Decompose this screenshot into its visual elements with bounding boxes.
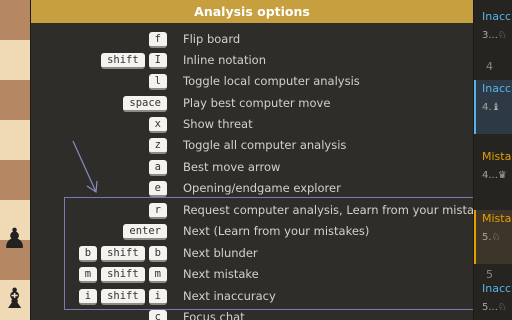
move-annotation[interactable]: Inacc 3...♘ (472, 8, 512, 62)
learn-from-mistakes-highlight (64, 197, 473, 310)
move-number: 4 (472, 58, 512, 78)
move-list: Inacc 3...♘ 4 Inacc 4.♝ Mista 4...♛ Mist… (472, 0, 512, 320)
key-cap: z (148, 137, 167, 154)
shortcut-keys: e (148, 178, 167, 199)
shortcut-description: Play best computer move (183, 96, 331, 110)
shortcut-keys: x (148, 114, 167, 135)
shortcut-keys: a (148, 157, 167, 178)
move-annotation[interactable]: Mista 4...♛ (472, 148, 512, 202)
annotation-label: Inacc (482, 10, 512, 23)
annotation-move: 5.♘ (482, 232, 501, 243)
move-number-label: 4 (486, 60, 493, 73)
chessboard[interactable]: ♟ ♝ (0, 0, 30, 320)
chess-piece-icon[interactable]: ♝ (2, 285, 27, 313)
annotation-move: 4...♛ (482, 170, 507, 181)
move-annotation[interactable]: Inacc 5...♘ (472, 280, 512, 320)
shortcut-description: Flip board (183, 32, 241, 46)
key-cap: l (148, 73, 167, 90)
board-square[interactable] (0, 40, 30, 80)
shortcut-keys: f (148, 29, 167, 50)
analysis-options-dialog: Analysis options f Flip board shift I In… (30, 0, 474, 320)
annotation-label: Inacc (482, 82, 512, 95)
chess-piece-icon[interactable]: ♟ (2, 225, 27, 253)
pointer-arrow-icon (72, 140, 98, 194)
move-annotation[interactable]: Inacc 4.♝ (472, 80, 512, 134)
board-square[interactable] (0, 120, 30, 160)
board-square[interactable] (0, 160, 30, 200)
annotation-label: Mista (482, 212, 512, 225)
annotation-label: Mista (482, 150, 512, 163)
shortcut-description: Inline notation (183, 53, 266, 67)
shortcut-description: Toggle local computer analysis (183, 74, 360, 88)
shortcut-keys: l (148, 71, 167, 92)
key-cap: a (148, 159, 167, 176)
key-cap: x (148, 116, 167, 133)
shortcut-description: Best move arrow (183, 160, 281, 174)
board-square[interactable] (0, 80, 30, 120)
annotation-move: 4.♝ (482, 102, 501, 113)
key-cap: e (148, 180, 167, 197)
shortcut-description: Show threat (183, 117, 253, 131)
shortcut-description: Opening/endgame explorer (183, 181, 341, 195)
annotation-move: 3...♘ (482, 30, 507, 41)
shortcut-description: Toggle all computer analysis (183, 138, 347, 152)
annotation-move: 5...♘ (482, 302, 507, 313)
move-annotation[interactable]: Mista 5.♘ (472, 210, 512, 264)
key-cap: I (148, 52, 167, 69)
annotation-label: Inacc (482, 282, 512, 295)
board-square[interactable] (0, 0, 30, 40)
key-cap: f (148, 31, 167, 48)
shortcut-keys: z (148, 135, 167, 156)
key-cap: c (148, 309, 167, 320)
